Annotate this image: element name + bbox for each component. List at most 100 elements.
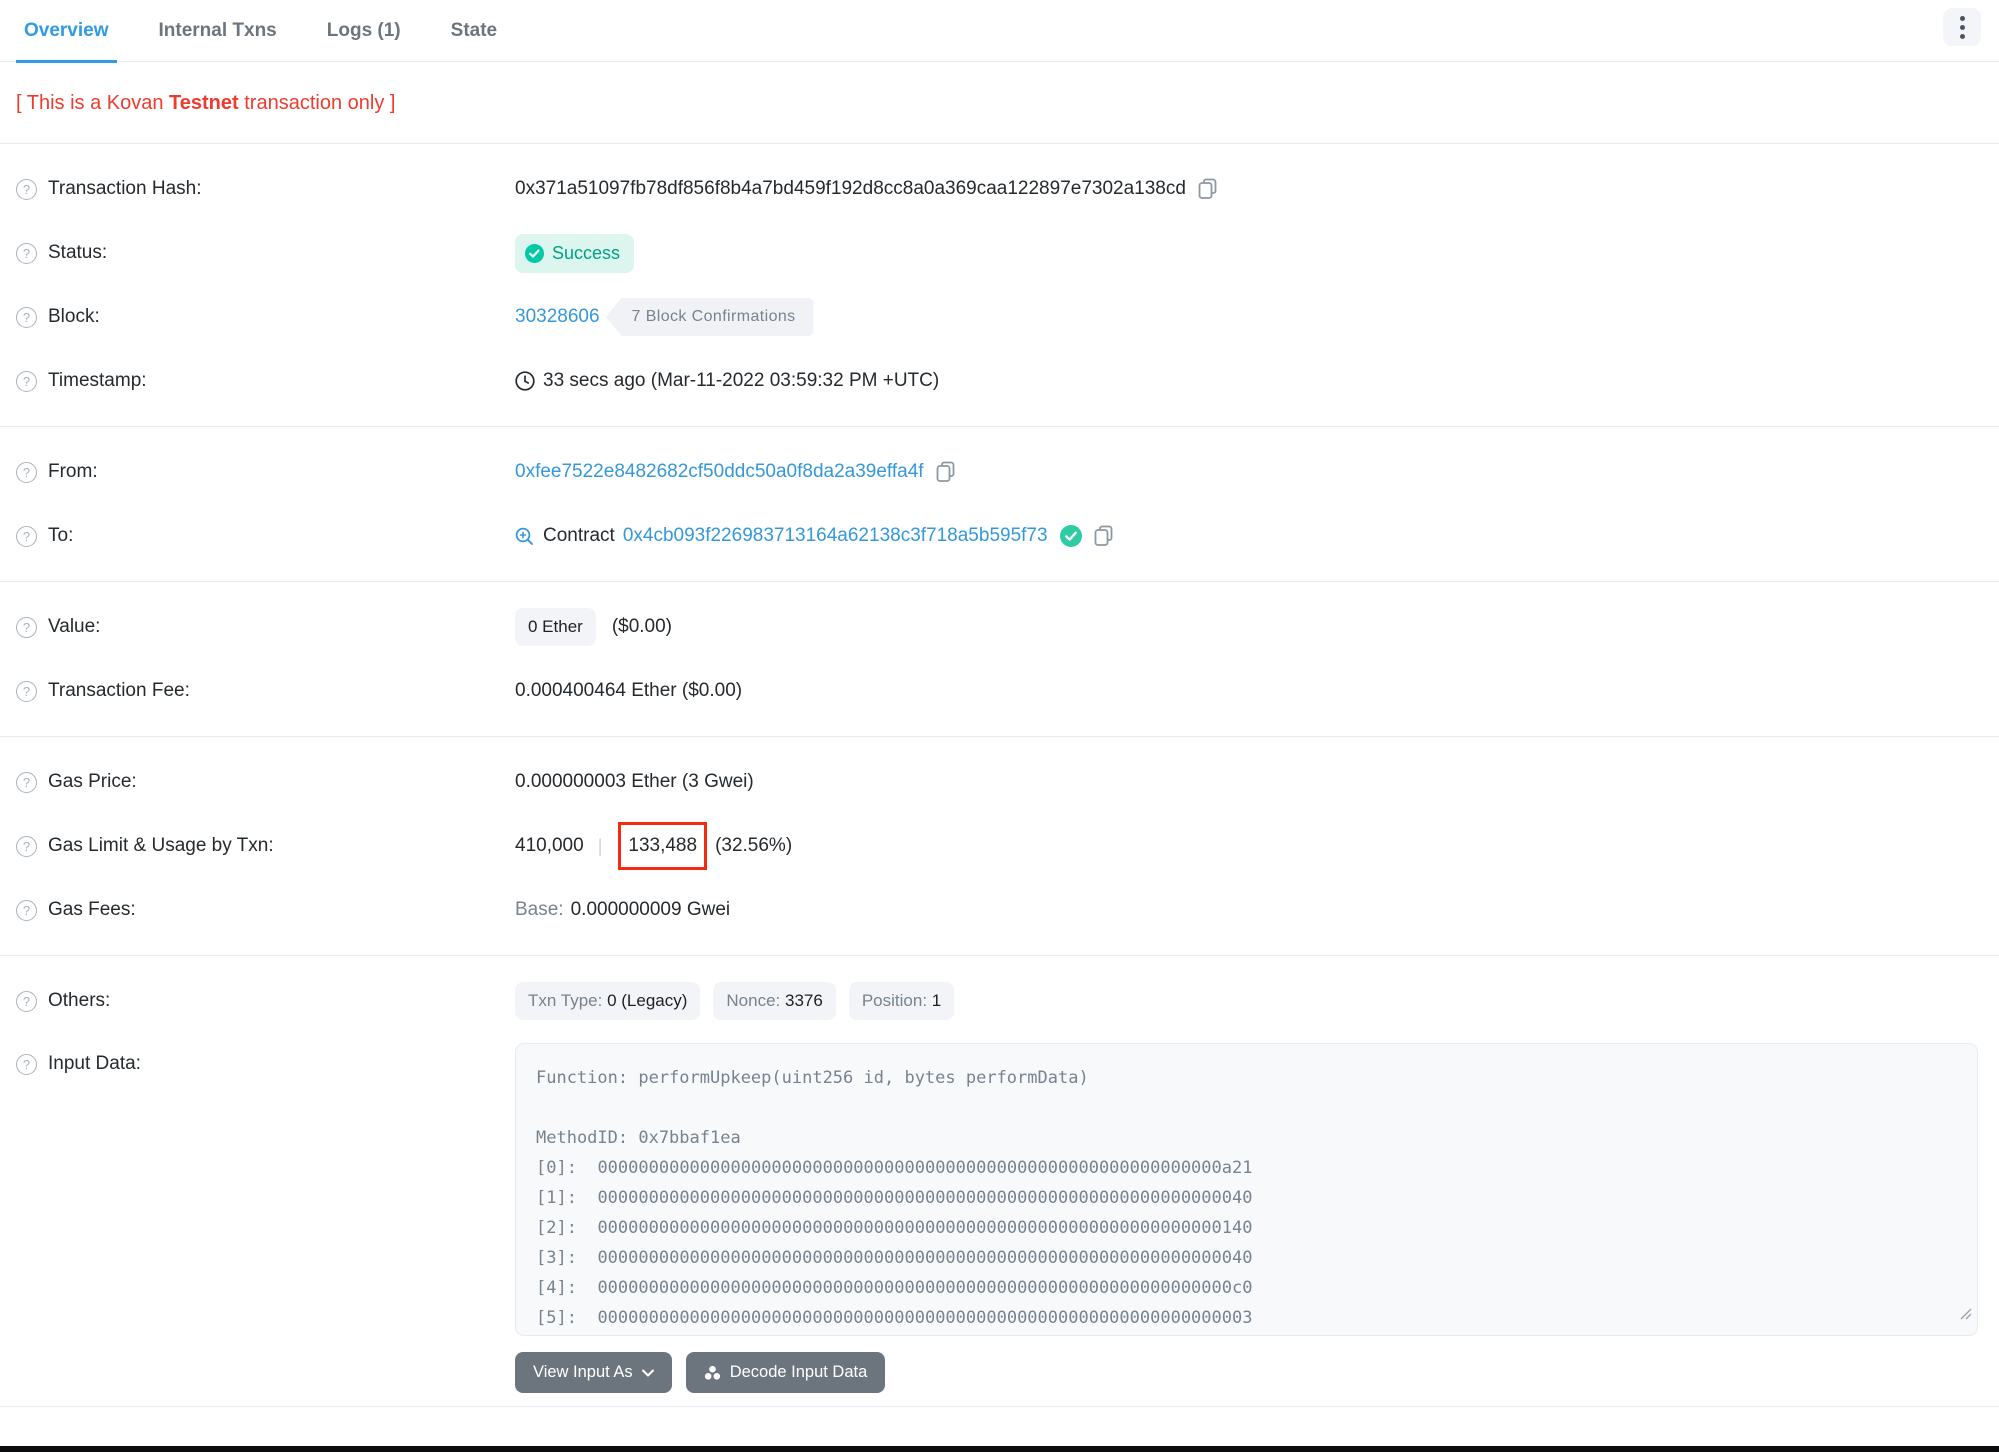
section-gas: ? Gas Price: 0.000000003 Ether (3 Gwei) …	[0, 737, 1999, 956]
txn-type-key: Txn Type:	[528, 991, 603, 1010]
copy-icon[interactable]	[936, 461, 956, 483]
to-contract-word: Contract	[543, 525, 615, 546]
help-icon[interactable]: ?	[16, 370, 37, 392]
check-circle-icon	[525, 243, 544, 263]
row-gas-fees: ? Gas Fees: Base: 0.000000009 Gwei	[0, 878, 1999, 942]
copy-icon[interactable]	[1198, 178, 1218, 200]
input-param-3: [3]: 00000000000000000000000000000000000…	[536, 1248, 1253, 1268]
value-label: Value:	[48, 616, 101, 637]
input-data-label: Input Data:	[48, 1053, 141, 1074]
input-param-1: [1]: 00000000000000000000000000000000000…	[536, 1188, 1253, 1208]
tab-logs[interactable]: Logs (1)	[319, 20, 409, 63]
input-param-2: [2]: 00000000000000000000000000000000000…	[536, 1218, 1253, 1238]
testnet-notice: [ This is a Kovan Testnet transaction on…	[0, 62, 1999, 144]
window-bottom-edge	[0, 1446, 1999, 1452]
help-icon[interactable]: ?	[16, 306, 37, 328]
block-label: Block:	[48, 306, 100, 327]
section-value: ? Value: 0 Ether ($0.00) ? Transaction F…	[0, 582, 1999, 737]
help-icon[interactable]: ?	[16, 616, 37, 638]
input-function-line: Function: performUpkeep(uint256 id, byte…	[536, 1068, 1089, 1088]
row-input-data: ? Input Data: Function: performUpkeep(ui…	[0, 1043, 1999, 1393]
kebab-menu-icon	[1959, 15, 1965, 39]
decode-icon	[704, 1365, 720, 1380]
row-transaction-fee: ? Transaction Fee: 0.000400464 Ether ($0…	[0, 659, 1999, 723]
transaction-page: Overview Internal Txns Logs (1) State [ …	[0, 0, 1999, 1452]
tab-bar: Overview Internal Txns Logs (1) State	[0, 0, 1999, 63]
section-others-input: ? Others: Txn Type: 0 (Legacy) Nonce: 33…	[0, 956, 1999, 1407]
from-address-link[interactable]: 0xfee7522e8482682cf50ddc50a0f8da2a39effa…	[515, 461, 924, 483]
timestamp-value: 33 secs ago (Mar-11-2022 03:59:32 PM +UT…	[543, 370, 940, 391]
kebab-menu-button[interactable]	[1943, 8, 1981, 46]
gas-used-percent: (32.56%)	[715, 835, 793, 856]
status-value: Success	[552, 242, 621, 263]
help-icon[interactable]: ?	[16, 835, 37, 857]
tab-internal-txns[interactable]: Internal Txns	[151, 20, 285, 63]
block-confirmations-badge: 7 Block Confirmations	[605, 298, 814, 336]
verified-check-icon	[1059, 525, 1082, 547]
transaction-hash-label: Transaction Hash:	[48, 178, 202, 199]
help-icon[interactable]: ?	[16, 1053, 37, 1075]
input-data-textarea[interactable]: Function: performUpkeep(uint256 id, byte…	[515, 1043, 1978, 1336]
input-param-4: [4]: 00000000000000000000000000000000000…	[536, 1278, 1253, 1298]
help-icon[interactable]: ?	[16, 178, 37, 200]
status-badge: Success	[515, 233, 635, 273]
value-usd: ($0.00)	[611, 616, 673, 637]
chevron-down-icon	[641, 1369, 654, 1376]
to-label: To:	[48, 525, 74, 546]
help-icon[interactable]: ?	[16, 680, 37, 702]
gas-used-value: 133,488	[628, 835, 698, 856]
nonce-value: 3376	[785, 991, 823, 1010]
gas-fees-base-label: Base:	[515, 899, 564, 920]
input-method-line: MethodID: 0x7bbaf1ea	[536, 1128, 741, 1148]
help-icon[interactable]: ?	[16, 525, 37, 547]
position-badge: Position: 1	[848, 982, 955, 1020]
row-value: ? Value: 0 Ether ($0.00)	[0, 595, 1999, 659]
clock-icon	[515, 371, 535, 391]
block-number-link[interactable]: 30328606	[515, 306, 600, 328]
help-icon[interactable]: ?	[16, 990, 37, 1012]
nonce-key: Nonce:	[726, 991, 781, 1010]
from-label: From:	[48, 461, 98, 482]
gas-fees-label: Gas Fees:	[48, 899, 136, 920]
view-input-as-button[interactable]: View Input As	[515, 1352, 672, 1393]
row-transaction-hash: ? Transaction Hash: 0x371a51097fb78df856…	[0, 157, 1999, 221]
row-status: ? Status: Success	[0, 221, 1999, 285]
nonce-badge: Nonce: 3376	[713, 982, 836, 1020]
status-label: Status:	[48, 242, 108, 263]
position-value: 1	[931, 991, 942, 1010]
row-gas-limit-usage: ? Gas Limit & Usage by Txn: 410,000 | 13…	[0, 814, 1999, 878]
transaction-fee-value: 0.000400464 Ether ($0.00)	[515, 680, 743, 701]
annotation-highlight-box: 133,488	[618, 822, 708, 870]
zoom-in-icon[interactable]	[515, 527, 534, 546]
to-address-link[interactable]: 0x4cb093f226983713164a62138c3f718a5b595f…	[623, 525, 1048, 547]
row-timestamp: ? Timestamp: 33 secs ago (Mar-11-2022 03…	[0, 349, 1999, 413]
decode-input-data-button[interactable]: Decode Input Data	[685, 1352, 886, 1393]
row-to: ? To: Contract 0x4cb093f226983713164a621…	[0, 504, 1999, 568]
txn-type-badge: Txn Type: 0 (Legacy)	[515, 982, 701, 1020]
section-addresses: ? From: 0xfee7522e8482682cf50ddc50a0f8da…	[0, 427, 1999, 582]
gas-limit-usage-label: Gas Limit & Usage by Txn:	[48, 835, 274, 856]
txn-type-value: 0 (Legacy)	[607, 991, 688, 1010]
help-icon[interactable]: ?	[16, 899, 37, 921]
notice-bold: Testnet	[169, 92, 239, 114]
gas-separator: |	[597, 835, 603, 856]
input-param-5: [5]: 00000000000000000000000000000000000…	[536, 1308, 1253, 1328]
gas-price-label: Gas Price:	[48, 771, 137, 792]
help-icon[interactable]: ?	[16, 461, 37, 483]
gas-limit-value: 410,000	[515, 835, 584, 856]
copy-icon[interactable]	[1094, 525, 1114, 547]
notice-prefix: [ This is a Kovan	[16, 92, 170, 114]
row-block: ? Block: 30328606 7 Block Confirmations	[0, 285, 1999, 349]
tab-state[interactable]: State	[443, 20, 505, 63]
row-from: ? From: 0xfee7522e8482682cf50ddc50a0f8da…	[0, 440, 1999, 504]
tab-overview[interactable]: Overview	[16, 20, 117, 63]
notice-suffix: transaction only ]	[238, 92, 396, 114]
transaction-fee-label: Transaction Fee:	[48, 680, 190, 701]
help-icon[interactable]: ?	[16, 771, 37, 793]
value-badge: 0 Ether	[515, 608, 596, 646]
resize-handle-icon[interactable]	[1959, 1300, 1972, 1330]
gas-price-value: 0.000000003 Ether (3 Gwei)	[515, 771, 754, 792]
help-icon[interactable]: ?	[16, 242, 37, 264]
section-overview-top: ? Transaction Hash: 0x371a51097fb78df856…	[0, 144, 1999, 427]
gas-fees-base-value: 0.000000009 Gwei	[570, 899, 731, 920]
